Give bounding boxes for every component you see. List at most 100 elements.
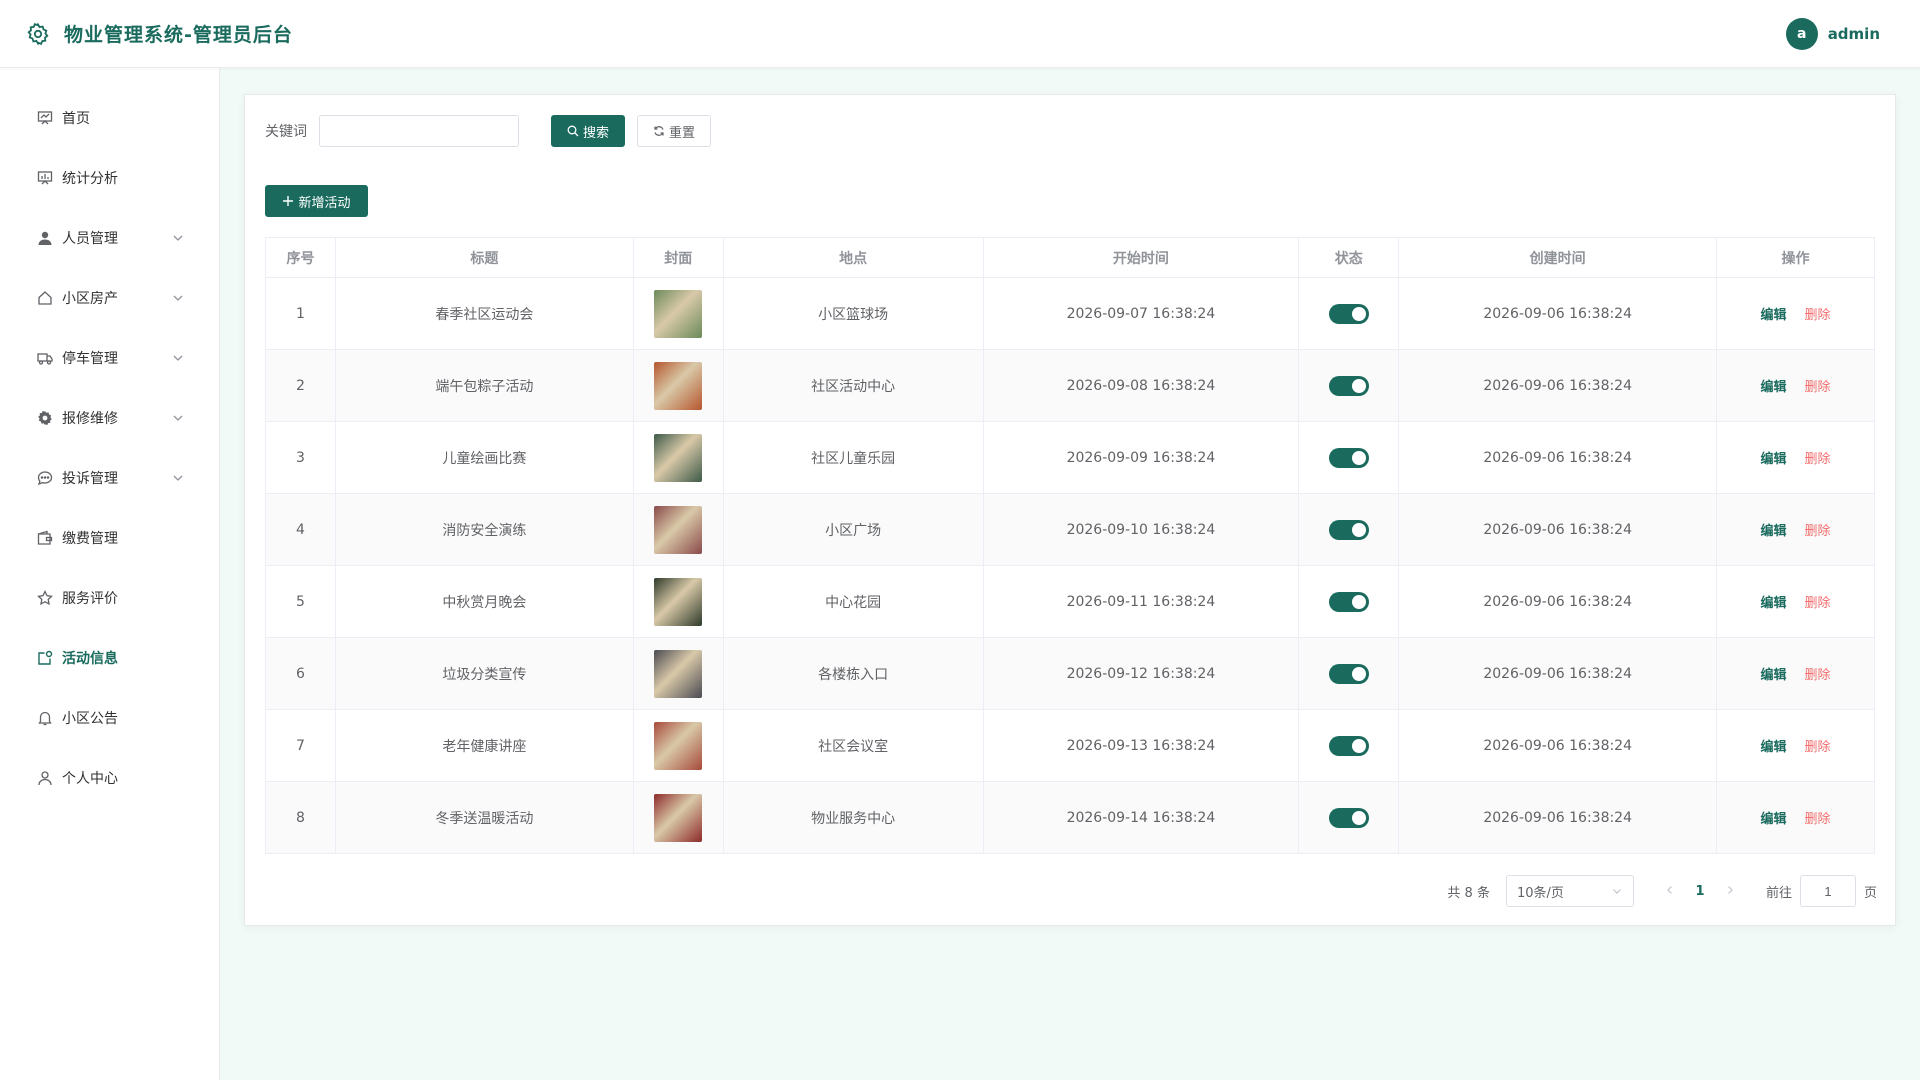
delete-button[interactable]: 删除 — [1805, 524, 1831, 539]
wallet-icon — [36, 529, 54, 547]
sidebar-item-activity[interactable]: 活动信息 — [0, 628, 219, 688]
cell-start-time: 2026-09-07 16:38:24 — [982, 277, 1300, 350]
cell-start-time: 2026-09-08 16:38:24 — [982, 349, 1300, 422]
delete-button[interactable]: 删除 — [1805, 596, 1831, 611]
goto-page-input[interactable] — [1799, 875, 1856, 907]
edit-button[interactable]: 编辑 — [1761, 740, 1787, 755]
sidebar-item-rating[interactable]: 服务评价 — [0, 568, 219, 628]
sidebar-item-label: 首页 — [62, 111, 90, 127]
chevron-down-icon[interactable] — [171, 291, 185, 305]
delete-button[interactable]: 删除 — [1805, 668, 1831, 683]
edit-button[interactable]: 编辑 — [1761, 812, 1787, 827]
status-toggle[interactable] — [1328, 303, 1369, 324]
chevron-left-icon — [1667, 885, 1672, 894]
cover-image[interactable] — [654, 505, 703, 554]
cell-start-time: 2026-09-13 16:38:24 — [982, 709, 1300, 782]
status-toggle[interactable] — [1328, 735, 1369, 756]
cell-created-time: 2026-09-06 16:38:24 — [1398, 421, 1718, 494]
cell-no: 4 — [265, 493, 336, 566]
sidebar-item-stats[interactable]: 统计分析 — [0, 148, 219, 208]
cell-title: 春季社区运动会 — [334, 277, 634, 350]
chevron-right-icon — [1728, 885, 1733, 894]
cell-title: 儿童绘画比赛 — [334, 421, 634, 494]
cover-image[interactable] — [654, 649, 703, 698]
next-page-button[interactable] — [1716, 884, 1744, 899]
sidebar-item-home[interactable]: 首页 — [0, 88, 219, 148]
status-toggle[interactable] — [1328, 807, 1369, 828]
chevron-down-icon[interactable] — [171, 471, 185, 485]
cell-location: 各楼栋入口 — [722, 637, 984, 710]
sidebar-item-label: 活动信息 — [62, 651, 118, 667]
sidebar-item-label: 人员管理 — [62, 231, 118, 247]
cell-created-time: 2026-09-06 16:38:24 — [1398, 781, 1718, 854]
add-activity-button[interactable]: 新增活动 — [265, 185, 368, 217]
chevron-down-icon — [1613, 889, 1621, 894]
cell-status — [1298, 709, 1400, 782]
page-size-value: 10条/页 — [1516, 885, 1564, 901]
house-icon — [36, 289, 54, 307]
user-menu[interactable]: a admin — [1785, 18, 1880, 50]
sidebar-item-property[interactable]: 小区房产 — [0, 268, 219, 328]
chevron-down-icon[interactable] — [171, 231, 185, 245]
avatar[interactable]: a — [1785, 18, 1818, 50]
edit-button[interactable]: 编辑 — [1761, 308, 1787, 323]
edit-button[interactable]: 编辑 — [1761, 596, 1787, 611]
cell-title: 中秋赏月晚会 — [334, 565, 634, 638]
table-row: 2 端午包粽子活动 社区活动中心 2026-09-08 16:38:24 2026-09… — [265, 349, 1875, 422]
column-header: 操作 — [1716, 237, 1875, 278]
keyword-input[interactable] — [319, 115, 519, 147]
edit-button[interactable]: 编辑 — [1761, 380, 1787, 395]
sidebar-item-repair[interactable]: 报修维修 — [0, 388, 219, 448]
cell-no: 6 — [265, 637, 336, 710]
status-toggle[interactable] — [1328, 375, 1369, 396]
table-header-row: 序号 标题 封面 地点 开始时间 状态 创建时间 操作 — [265, 237, 1875, 278]
app-header: 物业管理系统-管理员后台 a admin — [0, 0, 1920, 68]
delete-button[interactable]: 删除 — [1805, 740, 1831, 755]
table-row: 1 春季社区运动会 小区篮球场 2026-09-07 16:38:24 2026-09-… — [265, 277, 1875, 350]
table-row: 6 垃圾分类宣传 各楼栋入口 2026-09-12 16:38:24 2026-09-0… — [265, 637, 1875, 710]
cell-no: 3 — [265, 421, 336, 494]
cell-start-time: 2026-09-14 16:38:24 — [982, 781, 1300, 854]
cover-image[interactable] — [654, 577, 703, 626]
cell-start-time: 2026-09-12 16:38:24 — [982, 637, 1300, 710]
search-button[interactable]: 搜索 — [551, 115, 625, 147]
status-toggle[interactable] — [1328, 663, 1369, 684]
sidebar-item-profile[interactable]: 个人中心 — [0, 748, 219, 808]
cell-created-time: 2026-09-06 16:38:24 — [1398, 493, 1718, 566]
cover-image[interactable] — [654, 361, 703, 410]
cover-image[interactable] — [654, 433, 703, 482]
total-count: 共 8 条 — [1447, 885, 1490, 901]
cover-image[interactable] — [654, 721, 703, 770]
cover-image[interactable] — [654, 289, 703, 338]
sidebar-item-notice[interactable]: 小区公告 — [0, 688, 219, 748]
chevron-down-icon[interactable] — [171, 351, 185, 365]
column-header: 序号 — [265, 237, 336, 278]
sidebar-item-parking[interactable]: 停车管理 — [0, 328, 219, 388]
status-toggle[interactable] — [1328, 447, 1369, 468]
delete-button[interactable]: 删除 — [1805, 812, 1831, 827]
goto-label: 前往 — [1765, 885, 1792, 901]
reset-button-label: 重置 — [669, 125, 696, 141]
page-size-select[interactable]: 10条/页 — [1505, 875, 1634, 907]
status-toggle[interactable] — [1328, 591, 1369, 612]
reset-button[interactable]: 重置 — [637, 115, 711, 147]
delete-button[interactable]: 删除 — [1805, 380, 1831, 395]
edit-button[interactable]: 编辑 — [1761, 452, 1787, 467]
sidebar-item-label: 服务评价 — [62, 591, 118, 607]
sidebar-item-complaint[interactable]: 投诉管理 — [0, 448, 219, 508]
delete-button[interactable]: 删除 — [1805, 308, 1831, 323]
sidebar-item-personnel[interactable]: 人员管理 — [0, 208, 219, 268]
page-number-current[interactable]: 1 — [1684, 884, 1716, 899]
sidebar-item-payment[interactable]: 缴费管理 — [0, 508, 219, 568]
delete-button[interactable]: 删除 — [1805, 452, 1831, 467]
cell-start-time: 2026-09-09 16:38:24 — [982, 421, 1300, 494]
cell-actions: 编辑 删除 — [1716, 637, 1875, 710]
chevron-down-icon[interactable] — [171, 411, 185, 425]
edit-button[interactable]: 编辑 — [1761, 524, 1787, 539]
prev-page-button[interactable] — [1656, 884, 1684, 899]
username[interactable]: admin — [1828, 25, 1880, 43]
cover-image[interactable] — [654, 793, 703, 842]
edit-button[interactable]: 编辑 — [1761, 668, 1787, 683]
status-toggle[interactable] — [1328, 519, 1369, 540]
table-row: 8 冬季送温暖活动 物业服务中心 2026-09-14 16:38:24 2026-09… — [265, 781, 1875, 854]
